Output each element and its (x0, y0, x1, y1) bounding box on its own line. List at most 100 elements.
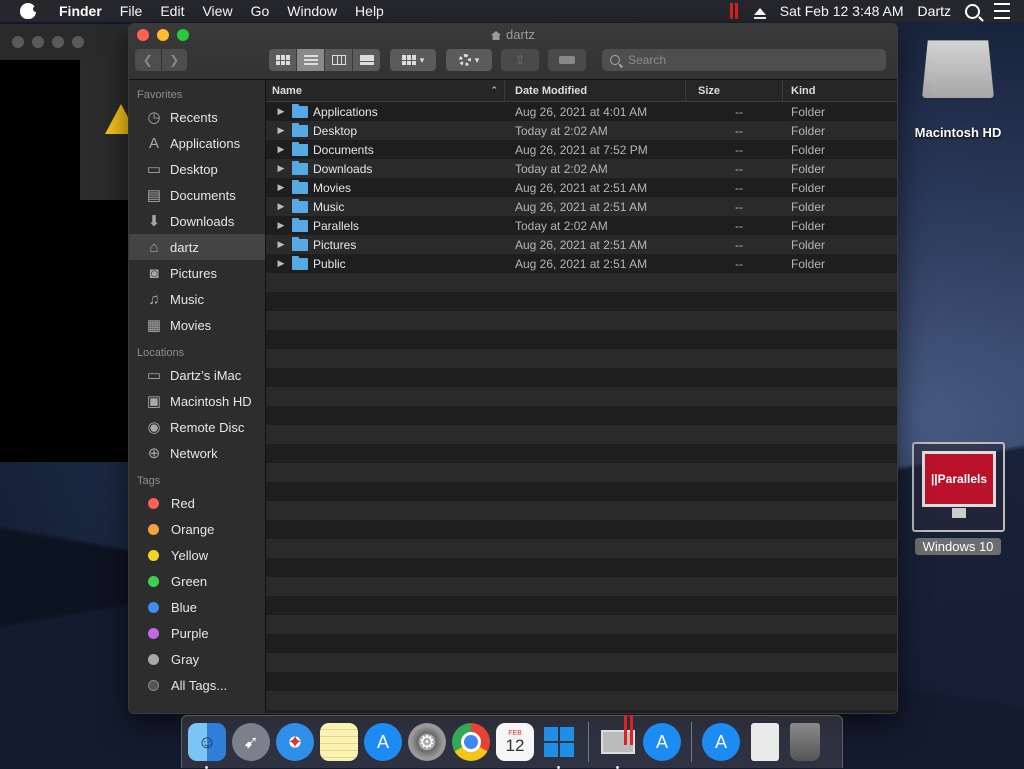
notes-icon[interactable] (320, 723, 358, 761)
spotlight-icon[interactable] (965, 3, 980, 19)
column-header-date[interactable]: Date Modified (505, 80, 686, 101)
disclosure-triangle-icon[interactable]: ▶ (272, 239, 290, 250)
table-row[interactable]: ▶ Parallels Today at 2:02 AM -- Folder (266, 216, 897, 235)
trash-icon[interactable] (790, 723, 820, 761)
app-store-alt-icon[interactable]: A (643, 723, 681, 761)
table-row[interactable]: ▶ Pictures Aug 26, 2021 at 2:51 AM -- Folder (266, 235, 897, 254)
menu-window[interactable]: Window (278, 3, 346, 19)
list-view-button[interactable] (297, 49, 325, 71)
sidebar-all-tags[interactable]: All Tags... (129, 672, 265, 698)
sidebar-tag-orange[interactable]: Orange (129, 516, 265, 542)
sidebar-item-dartz[interactable]: ⌂ dartz (129, 234, 265, 260)
sidebar-item-documents[interactable]: ▤ Documents (129, 182, 265, 208)
action-button[interactable]: ▾ (446, 49, 492, 71)
file-name: Parallels (313, 218, 360, 233)
menu-clock[interactable]: Sat Feb 12 3:48 AM (780, 3, 904, 19)
sidebar-item-recents[interactable]: ◷ Recents (129, 104, 265, 130)
tag-button[interactable] (548, 49, 586, 71)
sidebar-tag-green[interactable]: Green (129, 568, 265, 594)
windows-10-vm-label[interactable]: Windows 10 (915, 538, 1001, 555)
sidebar-item-macintosh-hd[interactable]: ▣ Macintosh HD (129, 388, 265, 414)
sidebar-tag-yellow[interactable]: Yellow (129, 542, 265, 568)
inactive-extra-button[interactable] (72, 36, 84, 48)
sidebar-item-remote-disc[interactable]: ◉ Remote Disc (129, 414, 265, 440)
sidebar-tag-purple[interactable]: Purple (129, 620, 265, 646)
windows-icon[interactable] (540, 723, 578, 769)
sidebar-item-imac[interactable]: ▭ Dartz’s iMac (129, 362, 265, 388)
empty-row (266, 444, 897, 463)
windows-10-vm-icon[interactable]: ||Parallels (912, 442, 1005, 532)
macintosh-hd-desktop-icon[interactable] (922, 40, 994, 98)
column-view-button[interactable] (325, 49, 353, 71)
column-header-kind[interactable]: Kind (783, 80, 897, 101)
notification-center-icon[interactable] (994, 3, 1010, 19)
search-field[interactable] (602, 49, 886, 71)
menu-view[interactable]: View (193, 3, 241, 19)
table-row[interactable]: ▶ Desktop Today at 2:02 AM -- Folder (266, 121, 897, 140)
file-size: -- (735, 237, 743, 252)
apple-menu-icon[interactable] (20, 3, 39, 19)
macintosh-hd-desktop-label[interactable]: Macintosh HD (900, 125, 1016, 140)
menu-help[interactable]: Help (346, 3, 393, 19)
parallels-desktop-icon[interactable] (599, 715, 637, 769)
finder-titlebar[interactable]: dartz ❮ ❯ ▾ ▾ ⇧ (129, 24, 897, 80)
menu-app-name[interactable]: Finder (50, 3, 111, 19)
menu-go[interactable]: Go (242, 3, 279, 19)
sidebar-item-music[interactable]: ♫ Music (129, 286, 265, 312)
gallery-view-button[interactable] (353, 49, 380, 71)
sidebar-item-label: All Tags... (171, 677, 228, 693)
table-row[interactable]: ▶ Public Aug 26, 2021 at 2:51 AM -- Folder (266, 254, 897, 273)
disclosure-triangle-icon[interactable]: ▶ (272, 125, 290, 136)
background-window[interactable] (0, 24, 140, 462)
disclosure-triangle-icon[interactable]: ▶ (272, 258, 290, 269)
disclosure-triangle-icon[interactable]: ▶ (272, 182, 290, 193)
table-row[interactable]: ▶ Movies Aug 26, 2021 at 2:51 AM -- Folder (266, 178, 897, 197)
column-header-size[interactable]: Size (686, 80, 783, 101)
chrome-icon[interactable] (452, 723, 490, 761)
sidebar-item-downloads[interactable]: ⬇ Downloads (129, 208, 265, 234)
disclosure-triangle-icon[interactable]: ▶ (272, 144, 290, 155)
sidebar-tag-blue[interactable]: Blue (129, 594, 265, 620)
downloads-stack-icon[interactable]: A (702, 723, 740, 761)
menu-user[interactable]: Dartz (918, 3, 951, 19)
inactive-close-button[interactable] (12, 36, 24, 48)
disclosure-triangle-icon[interactable]: ▶ (272, 220, 290, 231)
sidebar-item-movies[interactable]: ▦ Movies (129, 312, 265, 338)
icon-view-button[interactable] (269, 49, 297, 71)
sidebar-item-label: Dartz’s iMac (170, 367, 242, 383)
finder-icon[interactable]: ☺ (188, 723, 226, 769)
disclosure-triangle-icon[interactable]: ▶ (272, 106, 290, 117)
column-header-name[interactable]: Name ⌃ (266, 80, 505, 101)
sidebar-tag-gray[interactable]: Gray (129, 646, 265, 672)
forward-button[interactable]: ❯ (161, 49, 187, 71)
parallels-status-icon[interactable] (729, 3, 740, 19)
sidebar-item-network[interactable]: ⊕ Network (129, 440, 265, 466)
calendar-icon[interactable]: FEB 12 (496, 723, 534, 761)
sidebar-item-pictures[interactable]: ◙ Pictures (129, 260, 265, 286)
table-row[interactable]: ▶ Applications Aug 26, 2021 at 4:01 AM -- Fo… (266, 102, 897, 121)
menu-file[interactable]: File (111, 3, 152, 19)
file-date: Aug 26, 2021 at 2:51 AM (515, 199, 648, 214)
safari-icon[interactable]: ✦ (276, 723, 314, 761)
table-row[interactable]: ▶ Documents Aug 26, 2021 at 7:52 PM -- Folde… (266, 140, 897, 159)
disclosure-triangle-icon[interactable]: ▶ (272, 201, 290, 212)
share-button[interactable]: ⇧ (501, 49, 539, 71)
inactive-minimize-button[interactable] (32, 36, 44, 48)
menu-edit[interactable]: Edit (151, 3, 193, 19)
group-by-button[interactable]: ▾ (390, 49, 436, 71)
inactive-zoom-button[interactable] (52, 36, 64, 48)
table-row[interactable]: ▶ Music Aug 26, 2021 at 2:51 AM -- Folder (266, 197, 897, 216)
document-stack-icon[interactable] (751, 723, 779, 761)
launchpad-icon[interactable]: ➹ (232, 723, 270, 761)
app-store-icon[interactable]: A (364, 723, 402, 761)
back-button[interactable]: ❮ (135, 49, 162, 71)
disclosure-triangle-icon[interactable]: ▶ (272, 163, 290, 174)
sidebar-item-applications[interactable]: A Applications (129, 130, 265, 156)
table-row[interactable]: ▶ Downloads Today at 2:02 AM -- Folder (266, 159, 897, 178)
eject-icon[interactable] (753, 7, 766, 19)
sidebar-item-desktop[interactable]: ▭ Desktop (129, 156, 265, 182)
sidebar-tag-red[interactable]: Red (129, 490, 265, 516)
search-input[interactable] (626, 52, 860, 68)
system-preferences-icon[interactable]: ⚙ (408, 723, 446, 761)
background-window-titlebar[interactable] (0, 24, 140, 60)
